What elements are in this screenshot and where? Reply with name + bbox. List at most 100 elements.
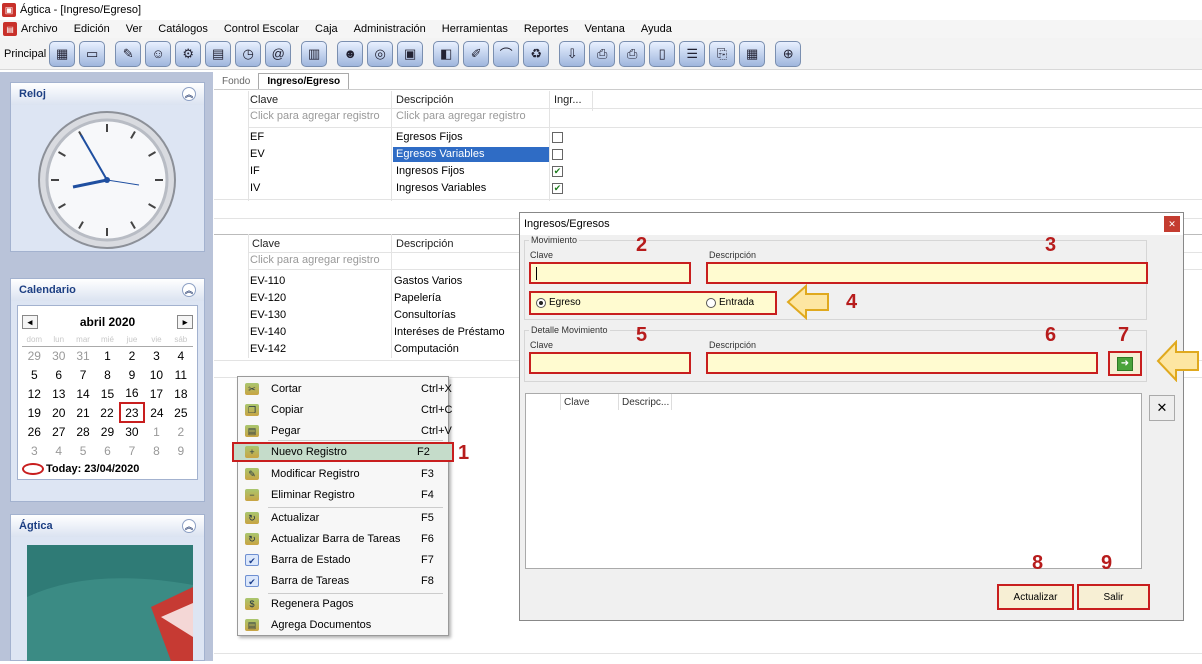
menu-ver[interactable]: Ver bbox=[118, 23, 151, 35]
calendar-day[interactable]: 3 bbox=[22, 441, 47, 460]
menu-control-escolar[interactable]: Control Escolar bbox=[216, 23, 307, 35]
detalle-clave-input[interactable] bbox=[529, 352, 691, 374]
form-icon[interactable]: ▤ bbox=[205, 40, 232, 67]
calendar-day[interactable]: 3 bbox=[144, 346, 168, 365]
calendar-day[interactable]: 29 bbox=[95, 422, 119, 441]
calendar-day[interactable]: 21 bbox=[71, 403, 95, 422]
row-descripcion[interactable]: Ingresos Variables bbox=[396, 182, 486, 194]
user-settings-icon[interactable]: ⚙ bbox=[175, 40, 202, 67]
calendar-day[interactable]: 8 bbox=[144, 441, 168, 460]
row-descripcion[interactable]: Papelería bbox=[394, 292, 441, 304]
menu-item-barra-tareas[interactable]: ✔ Barra de Tareas F8 bbox=[238, 571, 448, 591]
download-icon[interactable]: ⇩ bbox=[559, 40, 586, 67]
new-row-hint[interactable]: Click para agregar registro bbox=[250, 110, 380, 122]
calendar-day[interactable]: 13 bbox=[47, 384, 71, 403]
menu-item-nuevo-registro[interactable]: + Nuevo Registro F2 bbox=[232, 442, 454, 462]
row-clave[interactable]: EV-142 bbox=[250, 343, 286, 355]
calculator-icon[interactable]: ▥ bbox=[301, 40, 328, 67]
add-detail-button[interactable]: ➜ bbox=[1108, 351, 1142, 376]
recycle-icon[interactable]: ♻ bbox=[523, 40, 550, 67]
printer-alt-icon[interactable]: ⎙ bbox=[619, 40, 646, 67]
tab-ingreso-egreso[interactable]: Ingreso/Egreso bbox=[258, 73, 350, 89]
calendar-day[interactable]: 17 bbox=[144, 384, 168, 403]
row-descripcion[interactable]: Computación bbox=[394, 343, 459, 355]
collapse-icon[interactable]: ︽ bbox=[182, 87, 196, 101]
collapse-icon[interactable]: ︽ bbox=[182, 519, 196, 533]
menu-item-cortar[interactable]: ✂ Cortar Ctrl+X bbox=[238, 379, 452, 399]
row-clave[interactable]: EV-110 bbox=[250, 275, 285, 287]
menu-item-actualizar-barra[interactable]: ↻ Actualizar Barra de Tareas F6 bbox=[238, 529, 448, 549]
lifebuoy-icon[interactable]: ⊕ bbox=[775, 40, 802, 67]
row-clave[interactable]: EV bbox=[250, 148, 265, 160]
menu-ventana[interactable]: Ventana bbox=[576, 23, 632, 35]
at-icon[interactable]: @ bbox=[265, 40, 292, 67]
row-descripcion-selected[interactable]: Egresos Variables bbox=[393, 147, 549, 162]
list-icon[interactable]: ☰ bbox=[679, 40, 706, 67]
calendar-day[interactable]: 7 bbox=[120, 441, 145, 460]
calendar-day[interactable]: 7 bbox=[71, 365, 95, 384]
today-link[interactable]: Today: 23/04/2020 bbox=[22, 460, 193, 475]
people-target-icon[interactable]: ◎ bbox=[367, 40, 394, 67]
next-month-icon[interactable]: ▸ bbox=[177, 315, 193, 329]
calendar-day[interactable]: 30 bbox=[47, 346, 71, 365]
actualizar-button[interactable]: Actualizar bbox=[997, 584, 1074, 610]
calendar-day[interactable]: 10 bbox=[144, 365, 168, 384]
calendar-day[interactable]: 28 bbox=[71, 422, 95, 441]
calendar-day[interactable]: 16 bbox=[120, 384, 145, 403]
calendar-day[interactable]: 18 bbox=[169, 384, 193, 403]
descripcion-input[interactable] bbox=[706, 262, 1148, 284]
calendar-day[interactable]: 1 bbox=[144, 422, 168, 441]
calendar-day[interactable]: 27 bbox=[47, 422, 71, 441]
radio-egreso[interactable]: Egreso bbox=[536, 297, 581, 308]
document-icon[interactable]: ▯ bbox=[649, 40, 676, 67]
row-descripcion[interactable]: Egresos Fijos bbox=[396, 131, 463, 143]
row-clave[interactable]: EV-140 bbox=[250, 326, 286, 338]
people-icon[interactable]: ☻ bbox=[337, 40, 364, 67]
arch-icon[interactable]: ⌒ bbox=[493, 40, 520, 67]
checkmark-icon[interactable]: ✔ bbox=[552, 183, 563, 194]
row-descripcion[interactable]: Ingresos Fijos bbox=[396, 165, 464, 177]
calendar-day[interactable]: 30 bbox=[120, 422, 145, 441]
calendar-day[interactable]: 8 bbox=[95, 365, 119, 384]
calendar-day[interactable]: 24 bbox=[144, 403, 168, 422]
calendar-day[interactable]: 22 bbox=[95, 403, 119, 422]
menu-ayuda[interactable]: Ayuda bbox=[633, 23, 680, 35]
calendar-day[interactable]: 29 bbox=[22, 346, 47, 365]
calendar-day[interactable]: 15 bbox=[95, 384, 119, 403]
row-descripcion[interactable]: Gastos Varios bbox=[394, 275, 462, 287]
menu-item-pegar[interactable]: ▤ Pegar Ctrl+V bbox=[238, 421, 452, 441]
calendar-day[interactable]: 14 bbox=[71, 384, 95, 403]
chart-icon[interactable]: ◧ bbox=[433, 40, 460, 67]
radio-entrada[interactable]: Entrada bbox=[706, 297, 754, 308]
edit-doc-icon[interactable]: ✐ bbox=[463, 40, 490, 67]
calendar-day[interactable]: 2 bbox=[169, 422, 193, 441]
tab-fondo[interactable]: Fondo bbox=[214, 74, 258, 89]
menu-reportes[interactable]: Reportes bbox=[516, 23, 577, 35]
calendar-day[interactable]: 6 bbox=[47, 365, 71, 384]
spreadsheet-icon[interactable]: ▦ bbox=[739, 40, 766, 67]
menu-catalogos[interactable]: Catálogos bbox=[150, 23, 216, 35]
row-clave[interactable]: EF bbox=[250, 131, 264, 143]
window-icon[interactable]: ▭ bbox=[79, 40, 106, 67]
row-clave[interactable]: EV-130 bbox=[250, 309, 286, 321]
row-descripcion[interactable]: Consultorías bbox=[394, 309, 456, 321]
collapse-icon[interactable]: ︽ bbox=[182, 283, 196, 297]
new-row-hint[interactable]: Click para agregar registro bbox=[250, 254, 380, 266]
mdi-icon[interactable]: ▤ bbox=[3, 22, 17, 36]
menu-caja[interactable]: Caja bbox=[307, 23, 346, 35]
row-clave[interactable]: IF bbox=[250, 165, 260, 177]
menu-item-actualizar[interactable]: ↻ Actualizar F5 bbox=[238, 508, 448, 528]
calendar-day[interactable]: 9 bbox=[120, 365, 145, 384]
detalle-descripcion-input[interactable] bbox=[706, 352, 1098, 374]
column-header-clave[interactable]: Clave bbox=[564, 397, 590, 408]
calendar-day-selected[interactable]: 23 bbox=[118, 402, 146, 423]
id-card-icon[interactable]: ▣ bbox=[397, 40, 424, 67]
calendar-day[interactable]: 9 bbox=[169, 441, 193, 460]
menu-item-copiar[interactable]: ❐ Copiar Ctrl+C bbox=[238, 400, 452, 420]
delete-row-button[interactable]: ✕ bbox=[1149, 395, 1175, 421]
calendar-day[interactable]: 31 bbox=[71, 346, 95, 365]
menu-item-eliminar-registro[interactable]: − Eliminar Registro F4 bbox=[238, 485, 448, 505]
row-ingreso-checkbox[interactable] bbox=[552, 132, 563, 143]
clave-input[interactable] bbox=[529, 262, 691, 284]
menu-item-agrega-documentos[interactable]: ▤ Agrega Documentos bbox=[238, 615, 448, 635]
